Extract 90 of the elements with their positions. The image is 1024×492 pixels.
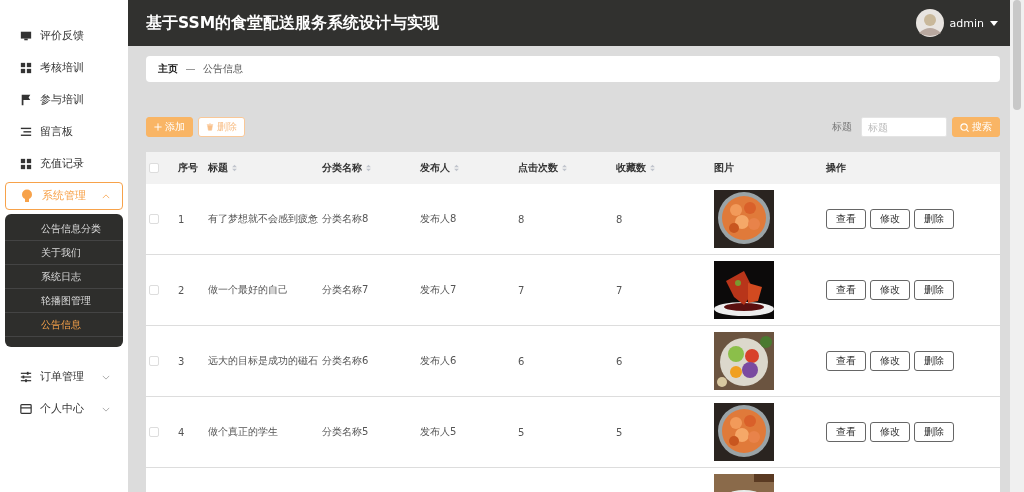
table-cell: 7 — [616, 284, 623, 296]
column-header[interactable]: 发布人 — [420, 161, 459, 175]
view-button[interactable]: 查看 — [826, 209, 866, 229]
submenu-item[interactable]: 公告信息分类 — [5, 217, 123, 241]
table-cell: 发布人5 — [420, 425, 457, 439]
sidebar-item[interactable]: 考核培训 — [5, 54, 123, 82]
delete-button[interactable]: 删除 — [914, 422, 954, 442]
search-label: 标题 — [832, 120, 852, 134]
delete-button[interactable]: 删除 — [914, 351, 954, 371]
sidebar-item[interactable]: 订单管理 — [5, 363, 123, 391]
user-name[interactable]: admin — [949, 16, 984, 30]
table-cell: 发布人6 — [420, 354, 457, 368]
table-cell: 1 — [178, 213, 185, 225]
table-cell: 5 — [518, 426, 525, 438]
checkbox[interactable] — [149, 163, 159, 173]
column-header[interactable]: 收藏数 — [616, 161, 655, 175]
table-cell: 有了梦想就不会感到疲惫 — [208, 212, 318, 226]
view-button[interactable]: 查看 — [826, 351, 866, 371]
breadcrumb-current: 公告信息 — [203, 62, 243, 76]
table-cell: 做个真正的学生 — [208, 425, 278, 439]
table-cell: 4 — [178, 426, 185, 438]
column-header: 操作 — [826, 161, 846, 175]
table-cell: 发布人7 — [420, 283, 457, 297]
sidebar-item[interactable]: 留言板 — [5, 118, 123, 146]
sidebar-item[interactable]: 参与培训 — [5, 86, 123, 114]
table-cell: 分类名称6 — [322, 354, 369, 368]
scrollbar[interactable] — [1010, 0, 1024, 492]
delete-button[interactable]: 删除 — [914, 280, 954, 300]
table-cell: 发布人8 — [420, 212, 457, 226]
column-header[interactable]: 分类名称 — [322, 161, 371, 175]
table-cell: 5 — [616, 426, 623, 438]
sort-icon[interactable] — [562, 164, 567, 172]
table-cell: 3 — [178, 355, 185, 367]
table-cell: 做一个最好的自己 — [208, 283, 288, 297]
chevron-icon — [102, 406, 110, 412]
table-cell: 2 — [178, 284, 185, 296]
sort-icon[interactable] — [454, 164, 459, 172]
sidebar-item[interactable]: 充值记录 — [5, 150, 123, 178]
search-field[interactable]: 标题 — [861, 117, 947, 137]
edit-button[interactable]: 修改 — [870, 209, 910, 229]
flag-icon — [20, 94, 32, 106]
checkbox[interactable] — [149, 285, 159, 295]
column-header[interactable]: 点击次数 — [518, 161, 567, 175]
card-icon — [20, 403, 32, 415]
table-cell: 分类名称8 — [322, 212, 369, 226]
checkbox[interactable] — [149, 214, 159, 224]
bulb-icon — [20, 189, 34, 203]
app-title: 基于SSM的食堂配送服务系统设计与实现 — [146, 12, 440, 34]
checkbox[interactable] — [149, 356, 159, 366]
sort-icon[interactable] — [366, 164, 371, 172]
submenu-item[interactable]: 系统日志 — [5, 265, 123, 289]
sort-icon[interactable] — [650, 164, 655, 172]
column-header: 序号 — [178, 161, 198, 175]
delete-button[interactable]: 删除 — [914, 209, 954, 229]
avatar-icon[interactable] — [915, 9, 944, 37]
view-button[interactable]: 查看 — [826, 280, 866, 300]
table-cell: 6 — [616, 355, 623, 367]
chevron-icon — [102, 374, 110, 380]
submenu-item[interactable]: 公告信息 — [5, 313, 123, 337]
chevron-icon — [102, 193, 110, 199]
sidebar-item[interactable]: 评价反馈 — [5, 22, 123, 50]
column-header[interactable]: 标题 — [208, 161, 237, 175]
sort-icon[interactable] — [232, 164, 237, 172]
table-cell: 分类名称7 — [322, 283, 369, 297]
submenu-item[interactable]: 轮播图管理 — [5, 289, 123, 313]
grid-icon — [20, 62, 32, 74]
sliders-icon — [20, 371, 32, 383]
separator-icon — [186, 68, 195, 70]
monitor-icon — [20, 30, 32, 42]
checkbox[interactable] — [149, 427, 159, 437]
plus-icon — [154, 123, 162, 131]
column-header: 图片 — [714, 161, 734, 175]
table-cell: 7 — [518, 284, 525, 296]
table-cell: 8 — [616, 213, 623, 225]
table-cell: 8 — [518, 213, 525, 225]
trash-icon — [206, 123, 214, 131]
table-cell: 远大的目标是成功的磁石 — [208, 354, 318, 368]
grid-icon — [20, 158, 32, 170]
breadcrumb-link[interactable]: 主页 — [158, 62, 178, 76]
caret-icon[interactable] — [990, 20, 998, 26]
search-icon — [960, 122, 969, 132]
sidebar-item[interactable]: 个人中心 — [5, 395, 123, 423]
table-cell: 分类名称5 — [322, 425, 369, 439]
table-cell: 6 — [518, 355, 525, 367]
list-icon — [20, 126, 32, 138]
edit-button[interactable]: 修改 — [870, 422, 910, 442]
edit-button[interactable]: 修改 — [870, 351, 910, 371]
edit-button[interactable]: 修改 — [870, 280, 910, 300]
submenu-item[interactable]: 关于我们 — [5, 241, 123, 265]
view-button[interactable]: 查看 — [826, 422, 866, 442]
